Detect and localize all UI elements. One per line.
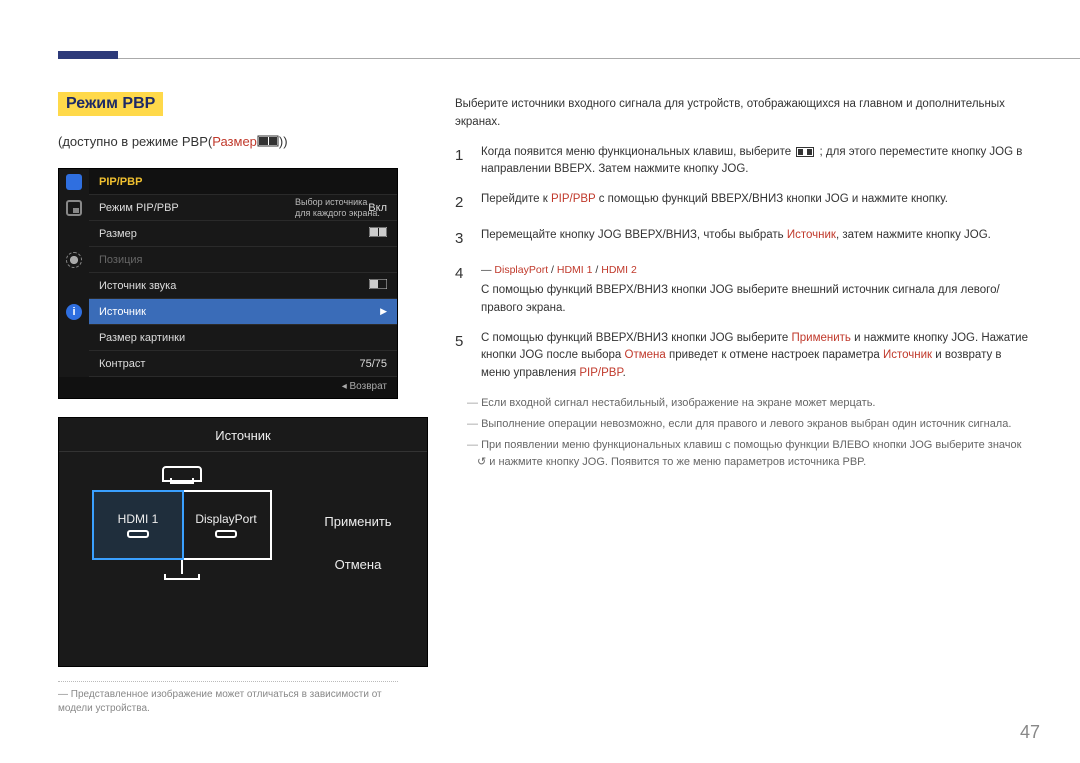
- osd-row-source: Источник ▶: [89, 299, 397, 325]
- osd-label: Позиция: [99, 254, 143, 266]
- split-icon: [369, 227, 387, 240]
- osd-row-sound: Источник звука: [89, 273, 397, 299]
- hdmi-port-icon: [162, 466, 202, 482]
- osd-footer: ◂ Возврат: [59, 377, 397, 398]
- sub-suffix: )): [279, 134, 288, 149]
- osd-help-text: Выбор источника для каждого экрана.: [295, 195, 383, 219]
- step-4: 4― DisplayPort / HDMI 1 / HDMI 2С помощь…: [455, 262, 1030, 318]
- note-1: Если входной сигнал нестабильный, изобра…: [467, 395, 1030, 412]
- pane-right: DisplayPort: [182, 492, 270, 558]
- osd-row-position: Позиция: [89, 247, 397, 273]
- osd-label: Источник звука: [99, 280, 176, 292]
- apply-label: Применить: [324, 514, 391, 529]
- cancel-label: Отмена: [335, 557, 382, 572]
- menu-split-icon: [796, 147, 814, 157]
- step-number: 3: [455, 227, 469, 250]
- pane-left-label: HDMI 1: [118, 512, 159, 526]
- step-1: 1 Когда появится меню функциональных клав…: [455, 144, 1030, 180]
- step-text: Когда появится меню функциональных клави…: [481, 144, 1030, 180]
- page-number: 47: [1020, 722, 1040, 743]
- osd-label: Источник: [99, 306, 146, 318]
- osd2-monitor-graphic: HDMI 1 DisplayPort: [73, 466, 291, 580]
- step-number: 2: [455, 191, 469, 214]
- pip-icon: [66, 200, 82, 216]
- note-3: При появлении меню функциональных клавиш…: [467, 437, 1030, 471]
- step-2: 2 Перейдите к PIP/PBP с помощью функций В…: [455, 191, 1030, 214]
- monitor-stand-icon: [181, 560, 183, 574]
- brightness-icon: [66, 252, 82, 268]
- pbp-size-icon: [257, 135, 279, 150]
- image-disclaimer: Представленное изображение может отличат…: [58, 681, 398, 716]
- osd-label: Размер картинки: [99, 332, 185, 344]
- section-heading: Режим PBP: [58, 92, 163, 116]
- step-number: 4: [455, 262, 469, 318]
- osd-menu-screenshot: PIP/PBP Выбор источника для каждого экра…: [58, 168, 398, 399]
- osd-row-picsize: Размер картинки: [89, 325, 397, 351]
- section-subheading: (доступно в режиме PBP(Размер)): [58, 134, 428, 150]
- osd-label: Размер: [99, 228, 137, 240]
- osd-back-label: ◂ Возврат: [342, 381, 387, 392]
- hdmi-connector-icon: [127, 530, 149, 538]
- sub-red: Размер: [212, 134, 257, 149]
- osd-label: Контраст: [99, 358, 145, 370]
- intro-text: Выберите источники входного сигнала для …: [455, 96, 1030, 132]
- chevron-right-icon: ▶: [380, 306, 387, 317]
- osd-source-screenshot: Источник HDMI 1 DisplayPort: [58, 417, 428, 667]
- sub-prefix: (доступно в режиме PBP(: [58, 134, 212, 149]
- dp-connector-icon: [215, 530, 237, 538]
- osd-row-size: Размер: [89, 221, 397, 247]
- note-2: Выполнение операции невозможно, если для…: [467, 416, 1030, 433]
- osd-tab-title: PIP/PBP: [89, 169, 397, 195]
- osd-row-contrast: Контраст 75/75: [89, 351, 397, 377]
- step-text: Перемещайте кнопку JOG ВВЕРХ/ВНИЗ, чтобы…: [481, 227, 1030, 250]
- step-text: ― DisplayPort / HDMI 1 / HDMI 2С помощью…: [481, 262, 1030, 318]
- page-top-rule: [58, 58, 1080, 66]
- info-icon: i: [66, 304, 82, 320]
- left-column: Режим PBP (доступно в режиме PBP(Размер)…: [58, 92, 428, 716]
- step-text: Перейдите к PIP/PBP с помощью функций ВВ…: [481, 191, 1030, 214]
- monitor-base-icon: [164, 574, 200, 580]
- osd-value: 75/75: [359, 358, 387, 370]
- monitor-icon: [66, 174, 82, 190]
- pane-left: HDMI 1: [92, 490, 184, 560]
- step-number: 1: [455, 144, 469, 180]
- osd2-title: Источник: [59, 418, 427, 452]
- split-icon: [369, 279, 387, 292]
- right-column: Выберите источники входного сигнала для …: [455, 96, 1030, 475]
- step-number: 5: [455, 330, 469, 383]
- osd-label: Режим PIP/PBP: [99, 202, 179, 214]
- step-3: 3 Перемещайте кнопку JOG ВВЕРХ/ВНИЗ, чтоб…: [455, 227, 1030, 250]
- notes-block: Если входной сигнал нестабильный, изобра…: [455, 395, 1030, 471]
- step-text: С помощью функций ВВЕРХ/ВНИЗ кнопки JOG …: [481, 330, 1030, 383]
- step-5: 5С помощью функций ВВЕРХ/ВНИЗ кнопки JOG…: [455, 330, 1030, 383]
- top-accent-chip: [58, 51, 118, 59]
- pane-right-label: DisplayPort: [195, 512, 256, 526]
